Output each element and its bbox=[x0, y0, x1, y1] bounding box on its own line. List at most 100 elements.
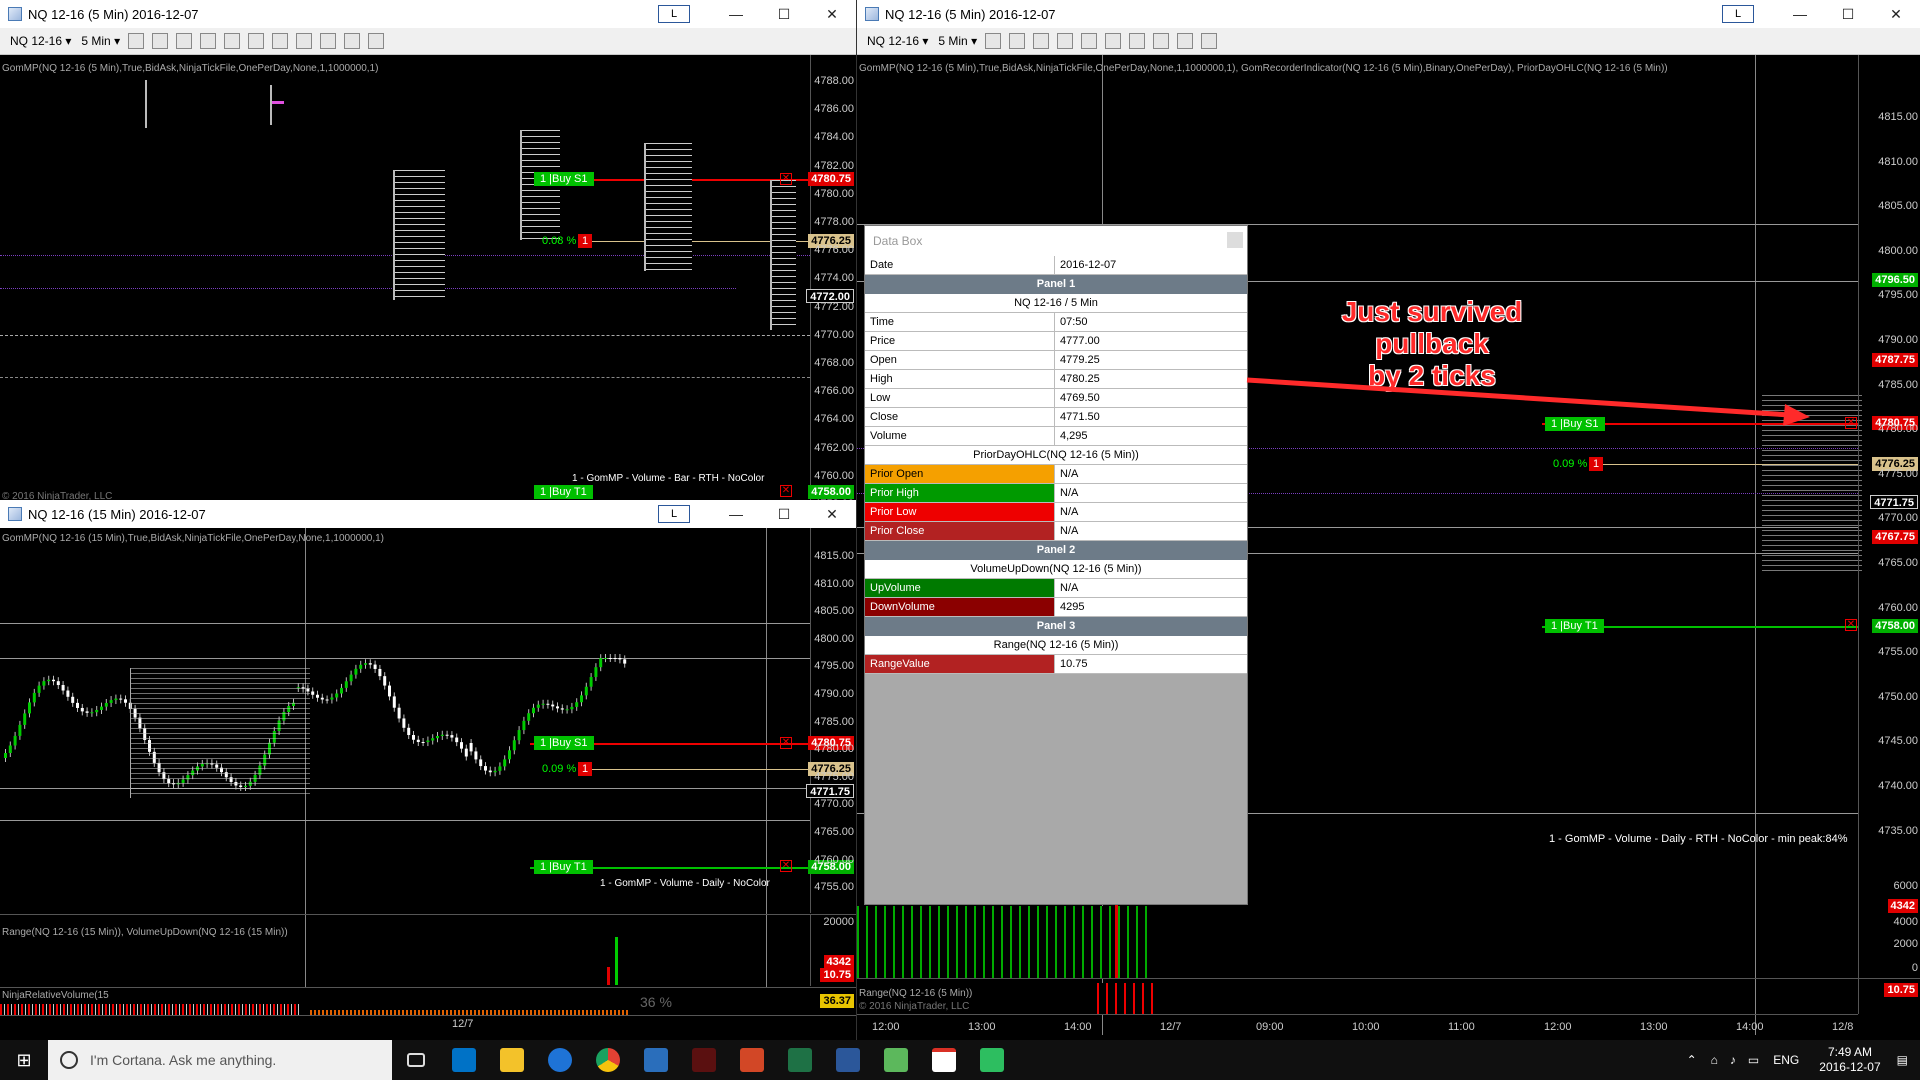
excel-icon[interactable] bbox=[776, 1040, 824, 1080]
price-axis[interactable]: 4780.75 4776.25 4772.00 4758.00 4788.00 4… bbox=[806, 55, 856, 500]
cursor-icon[interactable] bbox=[224, 33, 241, 49]
volume-axis[interactable]: 20000 4342 10.75 bbox=[810, 915, 856, 986]
outlook-icon[interactable] bbox=[440, 1040, 488, 1080]
minimize-button[interactable]: — bbox=[712, 0, 760, 28]
gmail-icon[interactable] bbox=[920, 1040, 968, 1080]
close-order-icon[interactable]: ✕ bbox=[1845, 619, 1857, 631]
range-axis[interactable]: 10.75 bbox=[1858, 979, 1920, 1014]
drawing-tool-icon[interactable] bbox=[152, 33, 169, 49]
candle-body bbox=[8, 745, 12, 753]
zoom-icon[interactable] bbox=[248, 33, 265, 49]
close-order-icon[interactable]: ✕ bbox=[780, 737, 792, 749]
price-axis[interactable]: 4796.50 4787.75 4780.75 4776.25 4771.75 … bbox=[1858, 55, 1920, 905]
volume-axis[interactable]: 6000 4342 4000 2000 0 bbox=[1858, 870, 1920, 978]
notifications-icon[interactable]: ▤ bbox=[1897, 1053, 1908, 1067]
eraser-icon[interactable] bbox=[200, 33, 217, 49]
maximize-button[interactable]: ☐ bbox=[760, 500, 808, 528]
close-order-icon[interactable]: ✕ bbox=[780, 173, 792, 185]
instrument-selector[interactable]: NQ 12-16 ▾ bbox=[10, 34, 71, 48]
link-button[interactable]: L bbox=[1722, 5, 1754, 23]
buy-s1-tag[interactable]: 1 |Buy S1 bbox=[534, 736, 594, 750]
strategies-icon[interactable] bbox=[1129, 33, 1146, 49]
file-explorer-icon[interactable] bbox=[488, 1040, 536, 1080]
title-bar[interactable]: NQ 12-16 (15 Min) 2016-12-07 L — ☐ ✕ bbox=[0, 500, 856, 528]
indicators-icon[interactable] bbox=[272, 33, 289, 49]
price-chart-area[interactable]: GomMP(NQ 12-16 (5 Min),True,BidAsk,Ninja… bbox=[0, 55, 856, 500]
evernote-icon[interactable] bbox=[968, 1040, 1016, 1080]
edge-icon[interactable] bbox=[536, 1040, 584, 1080]
chart-style-icon[interactable] bbox=[985, 33, 1002, 49]
price-axis[interactable]: 4780.75 4776.25 4771.75 4758.00 4815.00 4… bbox=[806, 528, 856, 913]
screenshot-icon[interactable] bbox=[320, 33, 337, 49]
range-panel[interactable]: Range(NQ 12-16 (5 Min)) © 2016 NinjaTrad… bbox=[857, 978, 1920, 1015]
price-chart-area[interactable]: GomMP(NQ 12-16 (15 Min),True,BidAsk,Ninj… bbox=[0, 528, 856, 1015]
close-button[interactable]: ✕ bbox=[808, 0, 856, 28]
cursor-icon[interactable] bbox=[1057, 33, 1074, 49]
word-icon[interactable] bbox=[824, 1040, 872, 1080]
candle-body bbox=[421, 742, 425, 744]
network-icon[interactable]: ⌂ bbox=[1711, 1053, 1718, 1067]
minimize-button[interactable]: — bbox=[712, 500, 760, 528]
task-view-icon[interactable] bbox=[392, 1040, 440, 1080]
relative-volume-panel[interactable]: NinjaRelativeVolume(15 36 % 36.37 bbox=[0, 987, 856, 1015]
buy-t1-tag[interactable]: 1 |Buy T1 bbox=[534, 860, 593, 874]
candle-body bbox=[445, 734, 449, 736]
screenshot-icon[interactable] bbox=[1153, 33, 1170, 49]
language-indicator[interactable]: ENG bbox=[1773, 1053, 1799, 1067]
qty-tag[interactable]: 1 bbox=[578, 762, 593, 776]
chrome-icon[interactable] bbox=[584, 1040, 632, 1080]
volume-profile bbox=[770, 180, 796, 330]
strategies-icon[interactable] bbox=[296, 33, 313, 49]
interval-selector[interactable]: 5 Min ▾ bbox=[81, 34, 120, 48]
pencil-icon[interactable] bbox=[176, 33, 193, 49]
volume-panel[interactable]: Range(NQ 12-16 (15 Min)), VolumeUpDown(N… bbox=[0, 914, 856, 986]
maximize-button[interactable]: ☐ bbox=[1824, 0, 1872, 28]
close-order-icon[interactable]: ✕ bbox=[780, 860, 792, 872]
ninjatrader-app-icon[interactable] bbox=[680, 1040, 728, 1080]
keyboard-icon[interactable]: ▭ bbox=[1748, 1053, 1759, 1067]
clock[interactable]: 7:49 AM 2016-12-07 bbox=[1807, 1045, 1892, 1075]
buy-s1-tag[interactable]: 1 |Buy S1 bbox=[534, 172, 594, 186]
data-box-window[interactable]: Data Box Date 2016-12-07 Panel 1 NQ 12-16… bbox=[864, 225, 1248, 905]
buy-t1-tag[interactable]: 1 |Buy T1 bbox=[1545, 619, 1604, 633]
tws-icon[interactable] bbox=[632, 1040, 680, 1080]
maximize-button[interactable]: ☐ bbox=[760, 0, 808, 28]
chart-style-icon[interactable] bbox=[128, 33, 145, 49]
title-bar[interactable]: NQ 12-16 (5 Min) 2016-12-07 L — ☐ ✕ bbox=[0, 0, 856, 28]
pencil-icon[interactable] bbox=[1009, 33, 1026, 49]
buy-t1-tag[interactable]: 1 |Buy T1 bbox=[534, 485, 593, 499]
close-button[interactable]: ✕ bbox=[1872, 0, 1920, 28]
close-button[interactable]: ✕ bbox=[808, 500, 856, 528]
candle-body bbox=[464, 748, 468, 757]
cortana-search[interactable]: I'm Cortana. Ask me anything. bbox=[48, 1040, 392, 1080]
price-tick: 4780.00 bbox=[814, 743, 854, 756]
data-box-icon[interactable] bbox=[1201, 33, 1218, 49]
close-order-icon[interactable]: ✕ bbox=[780, 485, 792, 497]
link-button[interactable]: L bbox=[658, 5, 690, 23]
instrument-selector[interactable]: NQ 12-16 ▾ bbox=[867, 34, 928, 48]
data-box-title-bar[interactable]: Data Box bbox=[865, 226, 1247, 256]
indicators-icon[interactable] bbox=[1105, 33, 1122, 49]
close-button[interactable] bbox=[1227, 232, 1243, 248]
properties-icon[interactable] bbox=[1177, 33, 1194, 49]
data-row: Open 4779.25 bbox=[865, 351, 1247, 370]
volume-icon[interactable]: ♪ bbox=[1730, 1053, 1736, 1067]
chart-window-bottom-left[interactable]: NQ 12-16 (15 Min) 2016-12-07 L — ☐ ✕ Gom… bbox=[0, 500, 856, 1015]
title-bar[interactable]: NQ 12-16 (5 Min) 2016-12-07 L — ☐ ✕ bbox=[857, 0, 1920, 28]
link-button[interactable]: L bbox=[658, 505, 690, 523]
chart-window-top-left[interactable]: NQ 12-16 (5 Min) 2016-12-07 L — ☐ ✕ NQ 1… bbox=[0, 0, 856, 500]
close-order-icon[interactable]: ✕ bbox=[1845, 417, 1857, 429]
minimize-button[interactable]: — bbox=[1776, 0, 1824, 28]
data-box-icon[interactable] bbox=[368, 33, 385, 49]
properties-icon[interactable] bbox=[344, 33, 361, 49]
chevron-up-icon[interactable]: ⌃ bbox=[1687, 1053, 1697, 1067]
time-tick: 14:00 bbox=[1736, 1021, 1764, 1033]
zoom-icon[interactable] bbox=[1081, 33, 1098, 49]
qty-tag[interactable]: 1 bbox=[1589, 457, 1604, 471]
interval-selector[interactable]: 5 Min ▾ bbox=[938, 34, 977, 48]
qty-tag[interactable]: 1 bbox=[578, 234, 593, 248]
windows-start-icon[interactable]: ⊞ bbox=[0, 1040, 48, 1080]
powerpoint-icon[interactable] bbox=[728, 1040, 776, 1080]
eraser-icon[interactable] bbox=[1033, 33, 1050, 49]
spreadsheet-app-icon[interactable] bbox=[872, 1040, 920, 1080]
